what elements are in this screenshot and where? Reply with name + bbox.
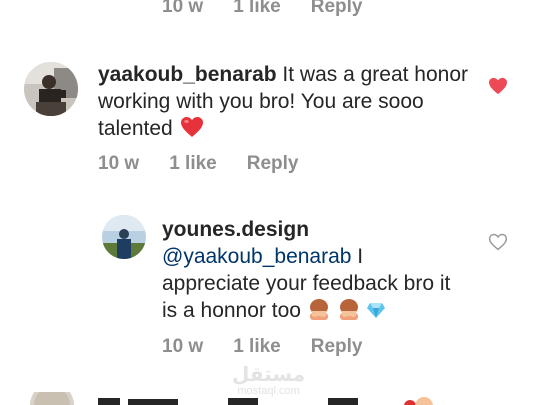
reply-button[interactable]: Reply (311, 0, 363, 18)
reply-time: 10 w (162, 336, 204, 357)
reply-button[interactable]: Reply (311, 336, 363, 358)
like-count[interactable]: 1 like (169, 153, 217, 175)
reply-button[interactable]: Reply (247, 153, 299, 175)
person-bowing-emoji (309, 299, 328, 320)
next-comment-text-fragment (98, 392, 358, 405)
watermark-logo: مستقل (232, 364, 306, 386)
like-count[interactable]: 1 like (233, 0, 281, 18)
like-heart-outline-icon[interactable] (488, 233, 508, 256)
avatar[interactable] (102, 215, 146, 259)
comment-time: 10 w (98, 153, 140, 174)
avatar[interactable] (24, 62, 78, 116)
comment-username[interactable]: yaakoub_benarab (98, 63, 277, 86)
comment-meta: 10 w 1 like Reply (98, 153, 329, 175)
gem-emoji (367, 303, 386, 318)
previous-comment-meta: 10 w 1 like Reply (162, 0, 393, 18)
next-comment-avatar (28, 392, 76, 405)
heart-emoji (180, 117, 203, 137)
like-heart-icon[interactable] (488, 77, 508, 100)
comment-body: yaakoub_benarab It was a great honor wor… (98, 61, 483, 142)
like-count[interactable]: 1 like (233, 336, 281, 358)
person-bowing-emoji (339, 299, 358, 320)
mention-link[interactable]: @yaakoub_benarab (162, 245, 351, 268)
reply-meta: 10 w 1 like Reply (162, 336, 393, 358)
next-comment-emoji-fragment (402, 392, 434, 405)
reply-body: younes.design @yaakoub_benarab I appreci… (162, 216, 462, 324)
comment-time: 10 w (162, 0, 204, 17)
reply-username[interactable]: younes.design (162, 218, 309, 241)
